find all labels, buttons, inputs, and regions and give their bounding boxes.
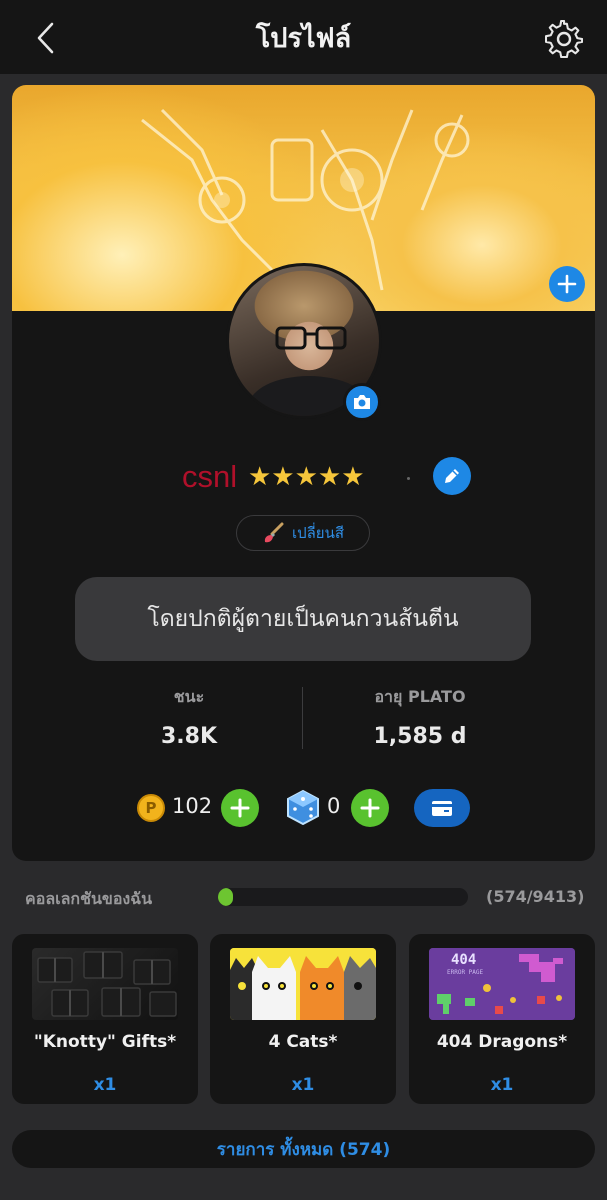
gift-boxes-art (37, 951, 177, 1017)
404-dragons-thumbnail: 404 ERROR PAGE (429, 948, 575, 1020)
avatar-glasses (275, 326, 347, 350)
username: csnl (182, 459, 238, 494)
stats-row: ชนะ 3.8K อายุ PLATO 1,585 d (12, 685, 595, 751)
change-color-button[interactable]: เปลี่ยนสี (236, 515, 370, 551)
gem-count: 0 (327, 794, 341, 818)
change-color-label: เปลี่ยนสี (291, 524, 345, 542)
thumb-404-subtext: ERROR PAGE (447, 969, 484, 976)
plus-icon (230, 798, 250, 818)
all-items-label: รายการ ทั้งหมด (574) (216, 1139, 391, 1160)
collection-progress-bar (218, 888, 468, 906)
wallet-button[interactable] (414, 789, 470, 827)
all-items-button[interactable]: รายการ ทั้งหมด (574) (12, 1130, 595, 1168)
item-name: 4 Cats* (268, 1032, 338, 1052)
gear-icon[interactable] (545, 20, 583, 58)
collection-progress-fill (218, 888, 234, 906)
separator-dot (407, 477, 410, 480)
stat-value: 1,585 d (373, 724, 467, 749)
top-bar: โปรไฟล์ (0, 0, 607, 74)
stat-label: ชนะ (173, 687, 205, 706)
dragons-art: 404 ERROR PAGE (429, 948, 575, 1020)
knotty-gifts-thumbnail (32, 948, 178, 1020)
coin-count: 102 (172, 794, 213, 818)
item-quantity: x1 (490, 1075, 514, 1095)
stat-label: อายุ PLATO (374, 687, 466, 706)
4-cats-thumbnail (230, 948, 376, 1020)
item-name: 404 Dragons* (436, 1032, 568, 1052)
collection-item-4-cats[interactable]: 4 Cats* x1 (210, 934, 396, 1104)
coin-symbol: P (145, 799, 157, 817)
collection-item-knotty-gifts[interactable]: "Knotty" Gifts* x1 (12, 934, 198, 1104)
chevron-left-icon[interactable] (30, 20, 66, 56)
thumb-404-text: 404 (451, 952, 476, 968)
bio-text: โดยปกติผู้ตายเป็นคนกวนส้นตีน (147, 606, 459, 632)
star-icons: ★★★★★ (248, 462, 365, 492)
profile-card: csnl ★★★★★ เปลี่ยนสี โดยปกติผู้ตายเป็นคน… (12, 85, 595, 861)
star-rating: ★★★★★ (248, 461, 365, 493)
add-coins-button[interactable] (221, 789, 259, 827)
pencil-icon (445, 469, 459, 483)
stat-wins: ชนะ 3.8K (59, 685, 319, 749)
change-photo-button[interactable] (343, 383, 381, 421)
item-quantity: x1 (291, 1075, 315, 1095)
collection-header: คอลเลกชันของฉัน (574/9413) (0, 878, 607, 918)
cats-art (230, 948, 376, 1020)
edit-name-button[interactable] (433, 457, 471, 495)
add-gems-button[interactable] (351, 789, 389, 827)
collection-title: คอลเลกชันของฉัน (25, 889, 153, 908)
currency-row: P 102 0 (12, 787, 595, 827)
name-row: csnl ★★★★★ (12, 457, 595, 501)
stat-plato-age: อายุ PLATO 1,585 d (290, 685, 550, 749)
camera-icon (354, 395, 370, 409)
dice-gem-icon (287, 789, 319, 825)
coin-icon: P (137, 794, 165, 822)
collection-count: (574/9413) (486, 887, 585, 906)
paintbrush-icon (264, 522, 284, 543)
item-name: "Knotty" Gifts* (33, 1032, 177, 1052)
wallet-icon (432, 801, 452, 816)
page-title: โปรไฟล์ (255, 22, 352, 54)
banner-add-button[interactable] (549, 266, 585, 302)
stat-value: 3.8K (160, 724, 218, 749)
collection-item-404-dragons[interactable]: 404 ERROR PAGE 404 Dragons* x1 (409, 934, 595, 1104)
bio-bubble[interactable]: โดยปกติผู้ตายเป็นคนกวนส้นตีน (75, 577, 531, 661)
plus-icon (557, 274, 577, 294)
plus-icon (360, 798, 380, 818)
item-quantity: x1 (93, 1075, 117, 1095)
collection-items: "Knotty" Gifts* x1 4 Cats* x1 404 ERROR … (12, 934, 595, 1104)
